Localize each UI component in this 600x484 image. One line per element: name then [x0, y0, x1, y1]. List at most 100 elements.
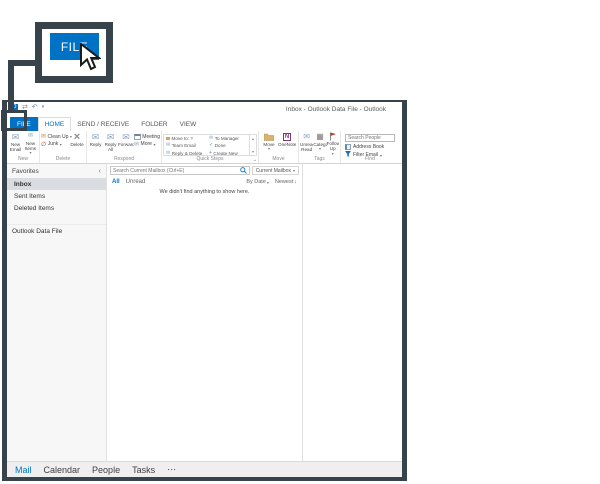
new-email-button[interactable]: ✉ New Email — [8, 132, 23, 156]
reply-icon: ✉ — [92, 132, 100, 142]
reply-button[interactable]: ✉ Reply — [88, 132, 103, 156]
reply-delete-icon: ✉ — [166, 151, 170, 156]
ribbon-group-move: Move ▾ N OneNote Move — [259, 131, 299, 163]
sort-newest-toggle[interactable]: Newest ↓ — [275, 179, 297, 185]
ribbon-group-delete: ✉ Clean Up ▾ ∅ Junk ▾ × Delete — [40, 131, 87, 163]
ribbon-tab-row: FILE HOME SEND / RECEIVE FOLDER VIEW — [7, 117, 402, 131]
nav-people[interactable]: People — [92, 465, 120, 475]
quick-steps-scroll-down-icon[interactable]: ▾ — [252, 149, 254, 154]
send-receive-icon[interactable]: ⇄ — [22, 104, 28, 111]
search-scope-dropdown[interactable]: Current Mailbox ▾ — [252, 166, 299, 175]
file-tab-callout: FILE — [35, 22, 113, 83]
navigation-bar: Mail Calendar People Tasks ⋯ — [7, 461, 402, 477]
ribbon-group-find: Address Book Filter Email ▾ Find — [341, 131, 399, 163]
search-icon[interactable] — [240, 167, 249, 174]
delete-x-icon: × — [74, 132, 80, 142]
search-mailbox-input[interactable] — [111, 168, 240, 174]
search-mailbox-box — [110, 166, 250, 175]
tab-view[interactable]: VIEW — [174, 117, 203, 131]
favorites-header: Favorites — [12, 168, 39, 175]
reading-pane — [303, 164, 402, 461]
done-check-icon: ✓ — [209, 143, 213, 148]
sort-by-date-dropdown[interactable]: By Date ▾ — [246, 179, 269, 185]
ribbon-group-new: ✉ New Email ✉ New Items ▾ New — [7, 131, 40, 163]
move-folder-icon — [264, 132, 274, 142]
nav-mail[interactable]: Mail — [15, 465, 32, 475]
junk-button[interactable]: ∅ Junk ▾ — [41, 142, 69, 148]
address-book-button[interactable]: Address Book — [345, 144, 395, 150]
move-button[interactable]: Move ▾ — [260, 132, 278, 156]
unread-read-button[interactable]: ✉ Unread/ Read — [300, 132, 313, 156]
folder-pane: Favorites ‹ Inbox Sent Items Deleted Ite… — [7, 164, 107, 461]
folder-item-sent-items[interactable]: Sent Items — [7, 190, 106, 202]
to-manager-icon: ✉ — [209, 136, 213, 141]
message-list-pane: Current Mailbox ▾ All Unread By Date ▾ N… — [107, 164, 303, 461]
group-label-quick-steps: Quick Steps ⌐ — [162, 156, 258, 163]
scope-dropdown-icon: ▾ — [293, 168, 295, 173]
junk-icon: ∅ — [41, 142, 46, 148]
screenshot-stage: FILE O ⇄ ↶ ▾ Inbox - Outlook Data File -… — [0, 0, 600, 484]
undo-icon[interactable]: ↶ — [32, 104, 38, 111]
delete-button[interactable]: × Delete — [69, 132, 85, 156]
onenote-button[interactable]: N OneNote — [278, 132, 296, 156]
quick-step-done[interactable]: ✓ Done — [207, 142, 249, 149]
ribbon-group-quick-steps: Move to: ? ✉ To Manager ✉ Team Email — [162, 131, 259, 163]
main-content: Favorites ‹ Inbox Sent Items Deleted Ite… — [7, 164, 402, 461]
title-bar: O ⇄ ↶ ▾ Inbox - Outlook Data File - Outl… — [7, 102, 402, 117]
tab-folder[interactable]: FOLDER — [135, 117, 173, 131]
quick-steps-scroll: ▴ ▾ — [250, 134, 257, 156]
quick-steps-scroll-up-icon[interactable]: ▴ — [252, 136, 254, 141]
forward-button[interactable]: ✉ Forward — [118, 132, 134, 156]
new-items-icon: ✉ — [28, 132, 33, 141]
meeting-button[interactable]: Meeting — [134, 134, 160, 140]
unread-read-icon: ✉ — [303, 132, 310, 142]
follow-up-flag-icon — [329, 132, 337, 141]
reply-all-icon: ✉ — [107, 132, 115, 142]
newest-arrow-icon: ↓ — [294, 179, 297, 185]
more-respond-icon: ✉ — [134, 142, 139, 148]
group-label-respond: Respond — [87, 156, 161, 163]
nav-more-icon[interactable]: ⋯ — [167, 464, 177, 475]
quick-step-to-manager[interactable]: ✉ To Manager — [207, 135, 249, 142]
filter-unread-tab[interactable]: Unread — [126, 179, 146, 185]
address-book-icon — [345, 144, 351, 150]
group-label-delete: Delete — [40, 156, 86, 163]
quick-steps-dialog-launcher-icon[interactable]: ⌐ — [253, 156, 256, 163]
tab-send-receive[interactable]: SEND / RECEIVE — [71, 117, 135, 131]
new-items-button[interactable]: ✉ New Items ▾ — [23, 132, 38, 156]
categorize-icon: ▦ — [316, 132, 324, 142]
team-email-icon: ✉ — [166, 143, 170, 148]
search-people-input[interactable] — [346, 135, 394, 141]
more-respond-button[interactable]: ✉ More ▾ — [134, 142, 160, 148]
folder-item-outlook-data-file[interactable]: Outlook Data File — [7, 224, 106, 238]
group-label-find: Find — [341, 156, 399, 163]
search-people-box — [345, 134, 395, 142]
callout-connector-vertical — [8, 60, 14, 112]
group-label-tags: Tags — [299, 156, 340, 163]
quick-step-team-email[interactable]: ✉ Team Email — [164, 142, 207, 149]
by-date-dropdown-icon: ▾ — [267, 180, 269, 185]
follow-up-button[interactable]: Follow Up ▾ — [327, 132, 339, 156]
move-to-folder-icon — [166, 137, 170, 141]
empty-list-message: We didn't find anything to show here. — [107, 186, 302, 195]
clean-up-button[interactable]: ✉ Clean Up ▾ — [41, 134, 69, 140]
nav-calendar[interactable]: Calendar — [44, 465, 81, 475]
customize-qat-icon[interactable]: ▾ — [42, 105, 45, 110]
filter-all-tab[interactable]: All — [112, 179, 120, 185]
tab-home[interactable]: HOME — [38, 117, 72, 131]
collapse-folder-pane-icon[interactable]: ‹ — [99, 168, 101, 175]
ribbon-group-tags: ✉ Unread/ Read ▦ Categorize ▾ Follow Up … — [299, 131, 341, 163]
cursor-icon — [79, 43, 101, 73]
create-new-icon: + — [209, 151, 212, 156]
nav-tasks[interactable]: Tasks — [132, 465, 155, 475]
quick-step-move-to[interactable]: Move to: ? — [164, 135, 207, 142]
new-email-icon: ✉ — [12, 132, 20, 142]
tab-file[interactable]: FILE — [10, 117, 38, 131]
categorize-button[interactable]: ▦ Categorize ▾ — [313, 132, 326, 156]
folder-item-deleted-items[interactable]: Deleted Items — [7, 202, 106, 214]
reply-all-button[interactable]: ✉ Reply All — [103, 132, 118, 156]
folder-item-inbox[interactable]: Inbox — [7, 178, 106, 190]
group-label-move: Move — [259, 156, 298, 163]
outlook-window: O ⇄ ↶ ▾ Inbox - Outlook Data File - Outl… — [2, 100, 407, 481]
quick-steps-gallery: Move to: ? ✉ To Manager ✉ Team Email — [163, 134, 250, 156]
